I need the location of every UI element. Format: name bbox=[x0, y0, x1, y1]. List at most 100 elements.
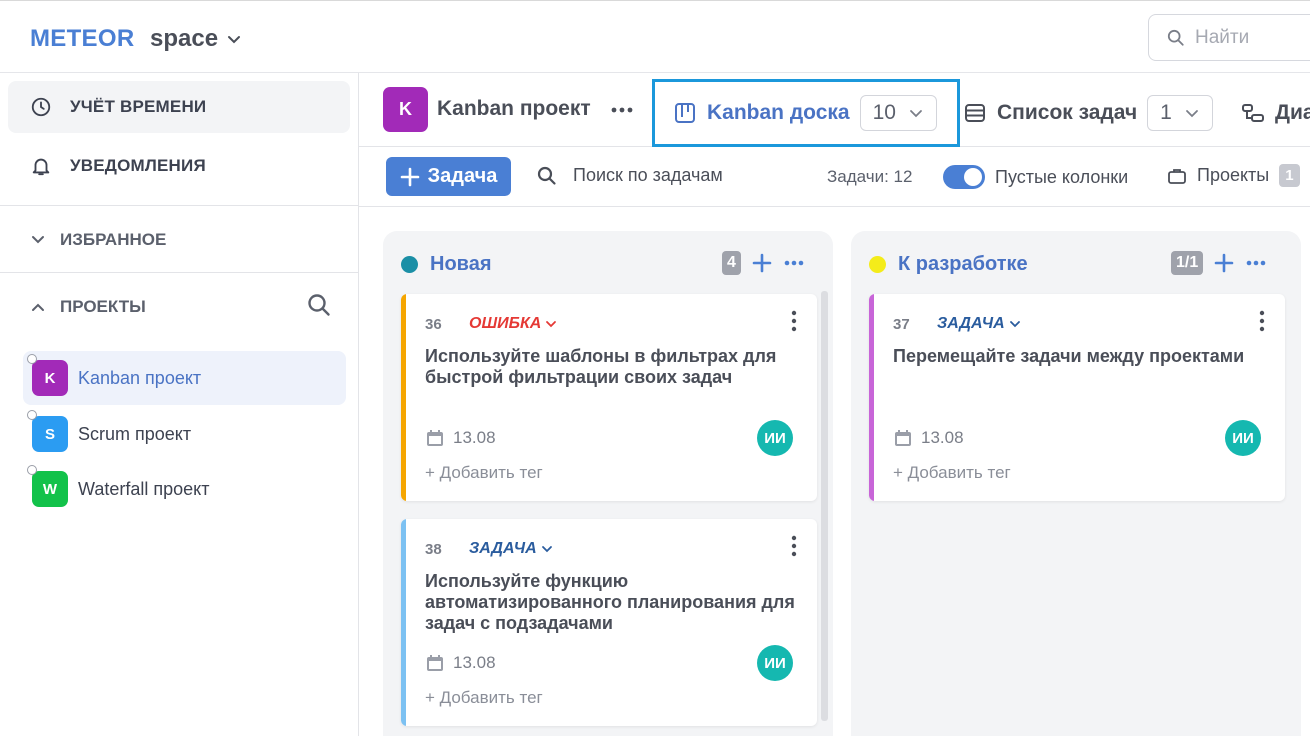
plus-icon[interactable] bbox=[751, 252, 773, 274]
task-search-input[interactable]: Поиск по задачам bbox=[537, 165, 723, 186]
sidebar-item-notifications[interactable]: УВЕДОМЛЕНИЯ bbox=[8, 140, 350, 192]
search-icon[interactable] bbox=[306, 292, 332, 318]
sidebar-project-waterfall[interactable]: W Waterfall проект bbox=[23, 462, 346, 516]
project-title[interactable]: Kanban проект bbox=[437, 97, 591, 121]
projects-filter-label: Проекты bbox=[1197, 165, 1270, 185]
card-type-dropdown[interactable]: ЗАДАЧА bbox=[469, 540, 553, 558]
card-title: Перемещайте задачи между проектами bbox=[893, 346, 1245, 366]
task-card[interactable]: 38 ЗАДАЧА Используйте функцию автоматизи… bbox=[401, 519, 817, 726]
empty-columns-toggle[interactable] bbox=[943, 165, 985, 189]
card-type-label: ЗАДАЧА bbox=[469, 540, 537, 557]
board-toolbar: Задача Поиск по задачам Задачи: 12 Пусты… bbox=[359, 147, 1310, 207]
briefcase-icon bbox=[1168, 168, 1186, 184]
chevron-down-icon bbox=[228, 36, 241, 44]
add-tag-link[interactable]: + Добавить тег bbox=[425, 688, 543, 708]
column-title: Новая bbox=[430, 253, 492, 275]
more-vertical-icon[interactable] bbox=[791, 535, 797, 557]
tab-label: Список задач bbox=[997, 101, 1138, 124]
task-card[interactable]: 36 ОШИБКА Используйте шаблоны в фильтрах… bbox=[401, 294, 817, 501]
task-card[interactable]: 37 ЗАДАЧА Перемещайте задачи между проек… bbox=[869, 294, 1285, 501]
plus-icon[interactable] bbox=[1213, 252, 1235, 274]
favorites-label: ИЗБРАННОЕ bbox=[60, 230, 167, 249]
card-color-stripe bbox=[401, 519, 406, 726]
project-header: K Kanban проект Kanban доска 10 Список з… bbox=[359, 73, 1310, 147]
column-header[interactable]: К разработке bbox=[869, 253, 1028, 276]
column-title: К разработке bbox=[898, 253, 1028, 275]
project-drag-handle[interactable] bbox=[27, 465, 37, 475]
projects-section-toggle[interactable]: ПРОЕКТЫ bbox=[30, 297, 146, 317]
sidebar-item-label: УВЕДОМЛЕНИЯ bbox=[70, 156, 206, 175]
kanban-icon bbox=[675, 103, 695, 123]
chevron-down-icon bbox=[541, 546, 552, 553]
sidebar-project-kanban[interactable]: K Kanban проект bbox=[23, 351, 346, 405]
column-status-dot bbox=[401, 256, 418, 273]
tab-label: Kanban доска bbox=[707, 101, 850, 124]
card-date-text: 13.08 bbox=[921, 428, 964, 447]
projects-label: ПРОЕКТЫ bbox=[60, 297, 146, 316]
tab-count-dropdown[interactable]: 1 bbox=[1147, 95, 1213, 131]
brand-logo[interactable]: METEOR bbox=[30, 25, 134, 53]
empty-columns-label: Пустые колонки bbox=[995, 167, 1129, 187]
project-name: Scrum проект bbox=[78, 423, 192, 444]
column-status-dot bbox=[869, 256, 886, 273]
top-bar: METEOR space Найти bbox=[0, 0, 1310, 73]
chevron-down-icon bbox=[1185, 110, 1198, 118]
tab-label: Диа bbox=[1275, 101, 1310, 124]
card-number: 36 bbox=[425, 316, 442, 333]
calendar-icon bbox=[427, 430, 443, 446]
more-horizontal-icon[interactable] bbox=[783, 252, 805, 274]
card-date-text: 13.08 bbox=[453, 428, 496, 447]
tab-task-list[interactable]: Список задач 1 bbox=[963, 79, 1213, 147]
project-name: Waterfall проект bbox=[78, 478, 210, 499]
favorites-section-toggle[interactable]: ИЗБРАННОЕ bbox=[30, 230, 166, 250]
task-count: Задачи: 12 bbox=[827, 167, 913, 186]
card-type-dropdown[interactable]: ЗАДАЧА bbox=[937, 315, 1021, 333]
add-tag-link[interactable]: + Добавить тег bbox=[893, 463, 1011, 483]
add-tag-link[interactable]: + Добавить тег bbox=[425, 463, 543, 483]
card-title: Используйте функцию автоматизированного … bbox=[425, 571, 795, 633]
add-task-button[interactable]: Задача bbox=[386, 157, 511, 196]
card-due-date[interactable]: 13.08 bbox=[425, 428, 496, 448]
list-icon bbox=[965, 104, 985, 122]
sidebar-divider bbox=[0, 272, 358, 273]
space-switcher[interactable]: space bbox=[150, 25, 242, 53]
more-vertical-icon[interactable] bbox=[791, 310, 797, 332]
projects-filter-button[interactable]: Проекты 1 bbox=[1167, 164, 1300, 187]
task-search-placeholder: Поиск по задачам bbox=[573, 165, 723, 185]
project-drag-handle[interactable] bbox=[27, 410, 37, 420]
card-type-label: ЗАДАЧА bbox=[937, 315, 1005, 332]
column-header[interactable]: Новая bbox=[401, 253, 491, 276]
card-due-date[interactable]: 13.08 bbox=[893, 428, 964, 448]
avatar[interactable]: ИИ bbox=[757, 645, 793, 681]
more-vertical-icon[interactable] bbox=[1259, 310, 1265, 332]
card-title: Используйте шаблоны в фильтрах для быстр… bbox=[425, 346, 777, 387]
sidebar: УЧЁТ ВРЕМЕНИ УВЕДОМЛЕНИЯ ИЗБРАННОЕ ПРОЕК… bbox=[0, 73, 359, 736]
board-column-to-dev: К разработке 1/1 37 ЗАДАЧА Перемещайте з… bbox=[851, 231, 1301, 736]
avatar[interactable]: ИИ bbox=[1225, 420, 1261, 456]
tab-diagram[interactable]: Диа bbox=[1241, 79, 1310, 147]
sidebar-project-scrum[interactable]: S Scrum проект bbox=[23, 407, 346, 461]
add-task-label: Задача bbox=[427, 165, 498, 187]
sidebar-item-time-tracking[interactable]: УЧЁТ ВРЕМЕНИ bbox=[8, 81, 350, 133]
space-name: space bbox=[150, 25, 219, 52]
card-due-date[interactable]: 13.08 bbox=[425, 653, 496, 673]
global-search-input[interactable]: Найти bbox=[1148, 14, 1310, 61]
project-name: Kanban проект bbox=[78, 367, 202, 388]
card-type-dropdown[interactable]: ОШИБКА bbox=[469, 315, 557, 333]
kanban-board: Новая 4 36 ОШИБКА Используйте шаблоны в … bbox=[359, 207, 1310, 736]
project-drag-handle[interactable] bbox=[27, 354, 37, 364]
clock-icon bbox=[31, 97, 51, 117]
project-badge: S bbox=[32, 416, 68, 452]
search-placeholder: Найти bbox=[1195, 26, 1250, 48]
card-number: 37 bbox=[893, 316, 910, 333]
search-icon bbox=[1167, 29, 1184, 46]
tab-count-dropdown[interactable]: 10 bbox=[859, 95, 937, 131]
tab-kanban-board[interactable]: Kanban доска 10 bbox=[652, 79, 960, 147]
more-horizontal-icon[interactable] bbox=[611, 107, 633, 113]
more-horizontal-icon[interactable] bbox=[1245, 252, 1267, 274]
column-count: 4 bbox=[722, 251, 741, 275]
calendar-icon bbox=[895, 430, 911, 446]
tab-count: 1 bbox=[1160, 101, 1172, 124]
column-scrollbar[interactable] bbox=[821, 291, 828, 721]
avatar[interactable]: ИИ bbox=[757, 420, 793, 456]
